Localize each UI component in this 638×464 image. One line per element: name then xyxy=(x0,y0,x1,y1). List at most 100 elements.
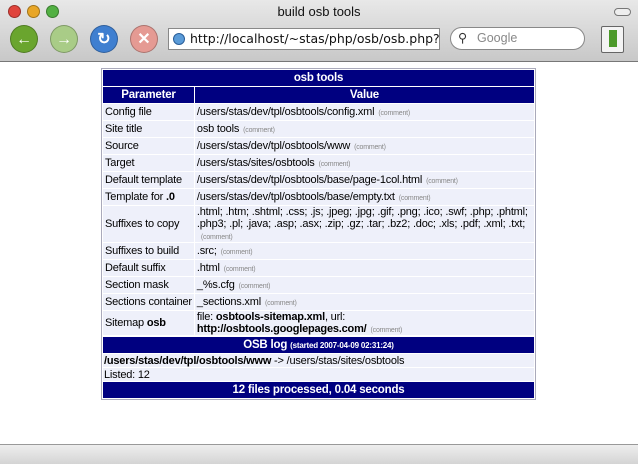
param-value: _sections.xml (comment) xyxy=(194,294,534,310)
comment-link[interactable]: (comment) xyxy=(265,300,297,307)
comment-link[interactable]: (comment) xyxy=(426,178,458,185)
value-text: osb tools xyxy=(196,123,240,135)
param-value: /users/stas/dev/tpl/osbtools/config.xml(… xyxy=(194,104,534,120)
param-value: _%s.cfg (comment) xyxy=(194,277,534,293)
table-row: Section mask _%s.cfg (comment) xyxy=(103,277,534,293)
param-name: Template for .0 xyxy=(103,189,194,205)
value-text: /users/stas/dev/tpl/osbtools/base/empty.… xyxy=(196,191,395,203)
param-label: Section mask xyxy=(105,279,169,291)
comment-link[interactable]: (comment) xyxy=(354,144,386,151)
log-table: OSB log (started 2007-04-09 02:31:24) /u… xyxy=(102,336,535,399)
header-value: Value xyxy=(194,87,534,103)
param-name: Section mask xyxy=(103,277,194,293)
param-label: Sitemap xyxy=(105,317,147,329)
toolbar-toggle-button[interactable] xyxy=(614,8,631,16)
param-name: Source xyxy=(103,138,194,154)
comment-link[interactable]: (comment) xyxy=(239,283,271,290)
table-row: Template for .0/users/stas/dev/tpl/osbto… xyxy=(103,189,534,205)
param-label: Suffixes to copy xyxy=(105,218,180,230)
comment-link[interactable]: (comment) xyxy=(319,161,351,168)
comment-link[interactable]: (comment) xyxy=(243,127,275,134)
value-text: .html; .htm; .shtml; .css; .js; .jpeg; .… xyxy=(196,206,528,230)
value-text: _sections.xml xyxy=(196,296,261,308)
value-mid: , url: xyxy=(324,311,346,323)
param-label: Suffixes to build xyxy=(105,245,180,257)
comment-link[interactable]: (comment) xyxy=(224,266,256,273)
bookmarks-button[interactable] xyxy=(601,26,624,53)
comment-link[interactable]: (comment) xyxy=(399,195,431,202)
log-title: OSB log (started 2007-04-09 02:31:24) xyxy=(103,337,534,353)
search-input[interactable]: ⚲ Google xyxy=(450,27,585,50)
table-row: Config file/users/stas/dev/tpl/osbtools/… xyxy=(103,104,534,120)
param-name: Default suffix xyxy=(103,260,194,276)
log-source: /users/stas/dev/tpl/osbtools/www xyxy=(104,354,272,367)
sitemap-file: osbtools-sitemap.xml xyxy=(215,311,325,323)
param-value: .html (comment) xyxy=(194,260,534,276)
log-target: -> /users/stas/sites/osbtools xyxy=(271,354,405,367)
value-text: /users/stas/sites/osbtools xyxy=(196,157,315,169)
param-name: Sitemap osb xyxy=(103,311,194,335)
value-text: /users/stas/dev/tpl/osbtools/www xyxy=(196,140,351,152)
log-footer: 12 files processed, 0.04 seconds xyxy=(103,382,534,398)
value-text: .html xyxy=(196,262,220,274)
param-value: file: osbtools-sitemap.xml, url: http://… xyxy=(194,311,534,335)
param-label: Source xyxy=(105,140,139,152)
param-bold: osb xyxy=(146,317,166,329)
back-icon[interactable]: ← xyxy=(10,25,38,53)
table-row: Target/users/stas/sites/osbtools (comment… xyxy=(103,155,534,171)
param-label: Target xyxy=(105,157,135,169)
osb-tools-panel: osb tools Parameter Value Config file/use… xyxy=(101,68,536,400)
reload-icon[interactable]: ↻ xyxy=(90,25,118,53)
param-name: Config file xyxy=(103,104,194,120)
status-bar xyxy=(0,444,638,464)
forward-icon[interactable]: → xyxy=(50,25,78,53)
stop-icon[interactable]: ✕ xyxy=(130,25,158,53)
param-name: Default template xyxy=(103,172,194,188)
param-value: .html; .htm; .shtml; .css; .js; .jpeg; .… xyxy=(194,206,534,242)
param-label: Site title xyxy=(105,123,143,135)
param-value: /users/stas/dev/tpl/osbtools/base/page-1… xyxy=(194,172,534,188)
table-row: Sitemap osb file: osbtools-sitemap.xml, u… xyxy=(103,311,534,335)
value-text: /users/stas/dev/tpl/osbtools/base/page-1… xyxy=(196,174,423,186)
parameters-table: osb tools Parameter Value Config file/use… xyxy=(102,69,535,336)
param-value: .src; (comment) xyxy=(194,243,534,259)
table-row: Default suffix .html (comment) xyxy=(103,260,534,276)
log-started: (started 2007-04-09 02:31:24) xyxy=(290,341,394,350)
table-row: Suffixes to build .src; (comment) xyxy=(103,243,534,259)
param-value: /users/stas/dev/tpl/osbtools/www (comment… xyxy=(194,138,534,154)
param-label: Template for xyxy=(105,191,166,203)
value-text: /users/stas/dev/tpl/osbtools/config.xml xyxy=(196,106,375,118)
comment-link[interactable]: (comment) xyxy=(378,110,410,117)
url-input[interactable]: http://localhost/~stas/php/osb/osb.php?c xyxy=(168,28,440,50)
param-name: Target xyxy=(103,155,194,171)
browser-toolbar: build osb tools ← → ↻ ✕ http://localhost… xyxy=(0,0,638,62)
comment-link[interactable]: (comment) xyxy=(221,249,253,256)
sitemap-url: http://osbtools.googlepages.com/ xyxy=(196,323,367,335)
param-value: osb tools (comment) xyxy=(194,121,534,137)
value-text: .src; xyxy=(196,245,217,257)
url-text: http://localhost/~stas/php/osb/osb.php?c xyxy=(190,31,440,46)
window-title: build osb tools xyxy=(277,4,361,19)
value-text: _%s.cfg xyxy=(196,279,235,291)
search-icon: ⚲ xyxy=(458,31,468,45)
param-label: Default template xyxy=(105,174,182,186)
param-label: Default suffix xyxy=(105,262,166,274)
log-title-text: OSB log xyxy=(243,339,288,351)
param-label: Sections container xyxy=(105,296,192,308)
comment-link[interactable]: (comment) xyxy=(371,327,403,334)
bookmark-icon xyxy=(609,30,617,47)
param-name: Suffixes to copy xyxy=(103,206,194,242)
value-prefix: file: xyxy=(196,311,216,323)
table-row: Site title osb tools (comment) xyxy=(103,121,534,137)
globe-icon xyxy=(173,33,185,45)
comment-link[interactable]: (comment) xyxy=(201,234,233,241)
log-line: /users/stas/dev/tpl/osbtools/www -> /use… xyxy=(103,354,534,367)
table-row: Suffixes to copy .html; .htm; .shtml; .cs… xyxy=(103,206,534,242)
header-parameter: Parameter xyxy=(103,87,194,103)
param-name: Sections container xyxy=(103,294,194,310)
table-row: Sections container _sections.xml (comment) xyxy=(103,294,534,310)
param-value: /users/stas/dev/tpl/osbtools/base/empty.… xyxy=(194,189,534,205)
table-title: osb tools xyxy=(103,70,534,86)
table-row: Source/users/stas/dev/tpl/osbtools/www (c… xyxy=(103,138,534,154)
param-value: /users/stas/sites/osbtools (comment) xyxy=(194,155,534,171)
